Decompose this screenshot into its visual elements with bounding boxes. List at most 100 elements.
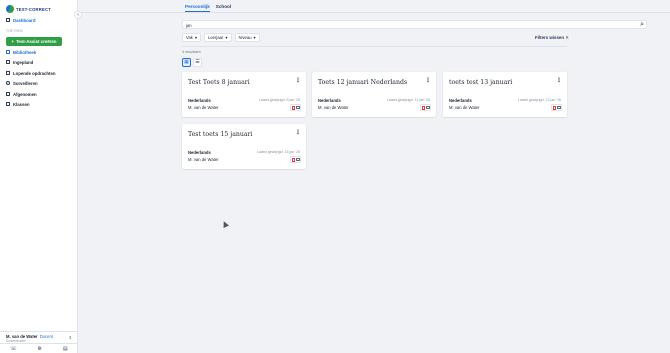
results-count: 4 resultaten [182, 50, 201, 54]
calendar-icon [6, 60, 10, 64]
card-author: M. van de Water [188, 105, 219, 110]
card-actions[interactable] [290, 156, 301, 163]
chevron-down-icon: ▾ [253, 35, 256, 40]
grid-icon: ▦ [184, 59, 189, 65]
card-actions[interactable] [551, 104, 562, 111]
print-icon [295, 106, 300, 109]
card-date: Laatst gewijzigd: 12 jan '26 [386, 98, 430, 102]
sidebar: TEST-CORRECT Dashboard TOETSEN + Test-As… [0, 0, 78, 353]
more-vertical-icon[interactable]: ⋮ [295, 77, 301, 84]
pdf-icon [291, 105, 295, 110]
list-icon: ☰ [195, 59, 200, 65]
card-author: M. van de Water [188, 157, 219, 162]
test-card[interactable]: Test Toets 8 januari ⋮ Nederlands Laatst… [182, 72, 306, 117]
filter-label: Niveau [238, 35, 252, 40]
tab-school[interactable]: School [216, 4, 231, 12]
sidebar-item-label: Klassen [13, 101, 30, 107]
test-card[interactable]: Test toets 15 januari ⋮ Nederlands Laats… [182, 124, 306, 169]
logout-icon[interactable]: ▤ [63, 346, 68, 352]
collapse-sidebar-button[interactable]: ‹ [74, 11, 82, 19]
card-actions[interactable] [420, 104, 431, 111]
library-icon [6, 50, 10, 54]
card-date: Laatst gewijzigd: 13 jan '26 [517, 98, 561, 102]
card-title: Test Toets 8 januari [188, 79, 250, 86]
clipboard-icon [6, 71, 10, 75]
sidebar-item-label: Bibliotheek [13, 49, 37, 55]
card-title: Test toets 15 januari [188, 131, 253, 138]
card-title: Toets 12 januari Nederlands [318, 79, 408, 86]
logo-text: TEST-CORRECT [16, 6, 51, 12]
sidebar-item-label: Ingepland [13, 59, 34, 65]
filters-divider [182, 46, 567, 47]
pdf-icon [552, 105, 556, 110]
card-author: M. van de Water [318, 105, 349, 110]
sidebar-item-dashboard[interactable]: Dashboard [6, 16, 35, 24]
sidebar-item-label: Afgenomen [13, 91, 37, 97]
clear-filters-label: Filters wissen [535, 35, 565, 40]
grid-icon [6, 102, 10, 106]
user-menu[interactable]: M. van de Water Docent Scholennaam ⇕ [0, 331, 78, 343]
tabs-divider [79, 12, 670, 13]
close-icon: ✕ [565, 35, 569, 40]
filter-leerjaar[interactable]: Leerjaar ▾ [204, 33, 232, 42]
sidebar-item-klassen[interactable]: Klassen [6, 100, 29, 108]
search-input[interactable]: jan ⌕ [182, 20, 647, 29]
card-subject: Nederlands [188, 98, 211, 103]
card-author: M. van de Water [449, 105, 480, 110]
sidebar-item-ingepland[interactable]: Ingepland [6, 58, 33, 66]
print-icon [556, 106, 561, 109]
checklist-icon [6, 92, 10, 96]
list-view-button[interactable]: ☰ [193, 58, 202, 67]
chevron-down-icon: ▾ [194, 35, 198, 40]
more-vertical-icon[interactable]: ⋮ [425, 77, 431, 84]
sidebar-item-surveilleren[interactable]: Surveilleren [6, 79, 38, 87]
print-icon [295, 158, 300, 161]
card-actions[interactable] [290, 104, 301, 111]
grid-view-button[interactable]: ▦ [182, 58, 191, 67]
plus-icon: + [11, 39, 15, 44]
sidebar-item-afgenomen[interactable]: Afgenomen [6, 90, 37, 98]
section-label-toetsen: TOETSEN [6, 29, 23, 33]
eye-icon [6, 81, 10, 85]
card-title: toets test 13 januari [449, 79, 513, 86]
user-role: Docent [39, 334, 54, 339]
view-toggle: ▦ ☰ [182, 58, 202, 67]
clear-filters-button[interactable]: Filters wissen ✕ [535, 35, 569, 41]
settings-icon[interactable]: ⚙ [38, 346, 42, 352]
tab-persoonlijk[interactable]: Persoonlijk [185, 4, 210, 12]
more-vertical-icon[interactable]: ⋮ [295, 129, 301, 136]
sidebar-item-label: Dashboard [13, 17, 36, 23]
sidebar-item-lopende-opdrachten[interactable]: Lopende opdrachten [6, 69, 56, 77]
tab-bar: Persoonlijk School [185, 4, 231, 12]
dashboard-icon [6, 18, 10, 22]
filter-niveau[interactable]: Niveau ▾ [234, 33, 260, 42]
card-subject: Nederlands [188, 150, 211, 155]
chevron-updown-icon[interactable]: ⇕ [69, 335, 72, 340]
main-content: Persoonlijk School jan ⌕ Vak ▾ Leerjaar ▾ … [79, 0, 670, 353]
search-value: jan [186, 22, 192, 28]
card-subject: Nederlands [318, 98, 341, 103]
test-card[interactable]: toets test 13 januari ⋮ Nederlands Laats… [443, 72, 567, 117]
sidebar-bottom-bar: ☏ ⚙ ▤ [0, 343, 78, 353]
pdf-icon [421, 105, 425, 110]
card-date: Laatst gewijzigd: 8 jan '26 [258, 98, 300, 102]
pdf-icon [291, 157, 295, 162]
test-card[interactable]: Toets 12 januari Nederlands ⋮ Nederlands… [312, 72, 436, 117]
app-logo[interactable]: TEST-CORRECT [6, 4, 51, 14]
chevron-down-icon: ▾ [225, 35, 228, 40]
filter-label: Vak [186, 35, 193, 40]
card-date: Laatst gewijzigd: 15 jan '26 [256, 150, 300, 154]
support-icon[interactable]: ☏ [10, 346, 16, 352]
filter-label: Leerjaar [208, 35, 224, 40]
sidebar-item-bibliotheek[interactable]: Bibliotheek [6, 48, 36, 56]
print-icon [425, 106, 430, 109]
filter-vak[interactable]: Vak ▾ [182, 33, 202, 42]
create-test-button[interactable]: + Test-Assist creëren [6, 37, 62, 46]
create-test-label: Test-Assist creëren [16, 39, 57, 44]
more-vertical-icon[interactable]: ⋮ [556, 77, 562, 84]
sidebar-item-label: Surveilleren [13, 80, 38, 86]
logo-mark-icon [6, 5, 14, 13]
filter-bar: Vak ▾ Leerjaar ▾ Niveau ▾ [182, 33, 260, 42]
search-icon[interactable]: ⌕ [640, 21, 644, 29]
card-subject: Nederlands [449, 98, 472, 103]
